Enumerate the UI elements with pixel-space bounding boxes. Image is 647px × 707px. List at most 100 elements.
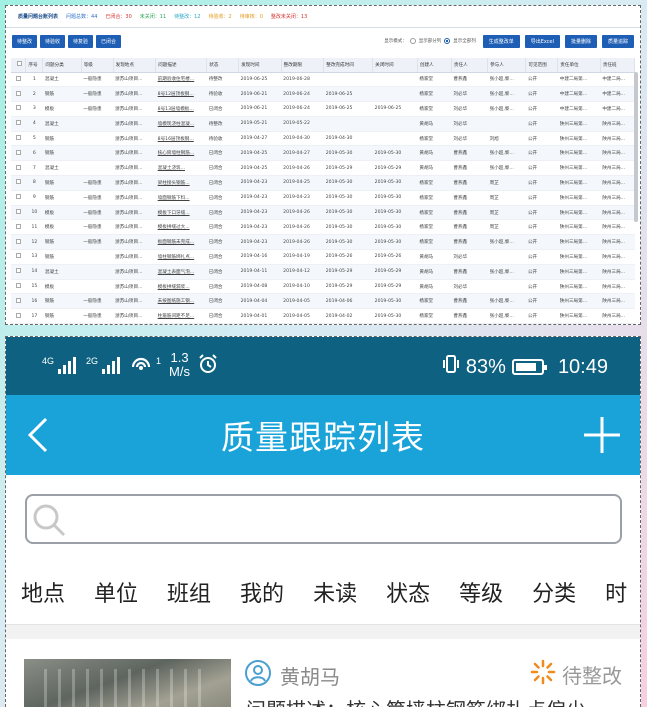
filter-tab[interactable]: 状态: [386, 576, 430, 608]
plus-icon[interactable]: [582, 415, 622, 459]
table-row[interactable]: 5 钢筋 浙苏山项目... 8号16层顶板钢... 待验收 2019-04-27 2019-…: [11, 131, 635, 147]
row-checkbox[interactable]: [15, 120, 21, 126]
table-cell[interactable]: 8号13层墙模板...: [155, 101, 207, 117]
table-row[interactable]: 16 钢筋 一般隐患 浙苏山项目... 未按图纸施工钢... 已闭合 2019-04-04 2…: [11, 293, 635, 310]
table-cell[interactable]: 墙柱钢筋绑扎点...: [155, 249, 207, 265]
row-checkbox[interactable]: [15, 253, 21, 259]
row-checkbox[interactable]: [15, 312, 21, 318]
row-checkbox[interactable]: [15, 223, 21, 229]
action-button[interactable]: 质量追踪: [601, 34, 634, 48]
table-row[interactable]: 13 钢筋 浙苏山项目... 墙柱钢筋绑扎点... 已闭合 2019-04-16 2019-…: [11, 249, 635, 265]
table-row[interactable]: 10 模板 一般隐患 浙苏山项目... 模板下口牙缝... 已闭合 2019-04-23 20…: [11, 205, 635, 221]
table-cell[interactable]: 混凝土表面气泡...: [155, 264, 207, 280]
table-cell[interactable]: 柱箍筋间距不足...: [155, 308, 207, 324]
row-checkbox[interactable]: [15, 149, 21, 155]
table-row[interactable]: 3 模板 一般隐患 浙苏山项目... 8号13层墙模板... 已闭合 2019-06-21 2…: [11, 101, 635, 117]
table-row[interactable]: 17 钢筋 一般隐患 浙苏山项目... 柱箍筋间距不足... 已闭合 2019-04-01 2…: [11, 308, 635, 324]
table-cell[interactable]: 模板拼缝漏浆...: [155, 279, 207, 295]
column-header[interactable]: 问题描述: [155, 58, 208, 73]
table-cell[interactable]: 模板下口牙缝...: [155, 205, 207, 221]
radio-some-columns[interactable]: [409, 38, 416, 44]
table-row[interactable]: 12 钢筋 一般隐患 浙苏山项目... 板面钢筋未完成... 已闭合 2019-04-23 2…: [11, 234, 635, 251]
table-cell: 11: [25, 219, 43, 236]
row-checkbox[interactable]: [15, 105, 21, 111]
table-row[interactable]: 14 混凝土 浙苏山项目... 混凝土表面气泡... 已闭合 2019-04-11 2019…: [11, 264, 635, 280]
row-checkbox[interactable]: [15, 209, 21, 215]
table-cell[interactable]: 墙面钢筋下料...: [155, 190, 207, 206]
row-checkbox[interactable]: [15, 164, 21, 170]
radio-all-columns[interactable]: [444, 38, 451, 44]
table-row[interactable]: 11 模板 一般隐患 浙苏山项目... 模板拼缝过大... 已闭合 2019-04-23 20…: [11, 219, 635, 236]
action-button[interactable]: 批量删除: [564, 34, 597, 48]
table-cell[interactable]: 墙模现浇柱混凝...: [155, 116, 207, 132]
status-filter-button[interactable]: 待验收: [40, 34, 66, 48]
table-cell: [372, 86, 418, 103]
table-row[interactable]: 6 钢筋 浙苏山项目... 核心筒墙柱钢筋... 已闭合 2019-04-25 2019-0…: [11, 145, 635, 162]
filter-tab[interactable]: 我的: [240, 576, 284, 608]
table-cell[interactable]: 梁柱接头钢筋...: [155, 175, 207, 191]
issue-card[interactable]: 黄胡马 待整改 问题描述：核心筒墙柱钢筋绑扎点偏少: [6, 639, 640, 707]
column-header[interactable]: 问题分类: [42, 58, 82, 73]
table-cell[interactable]: 板面钢筋未完成...: [155, 234, 207, 251]
column-header[interactable]: 参与人: [487, 58, 527, 73]
filter-tab[interactable]: 分类: [532, 576, 576, 608]
column-header[interactable]: 创建人: [417, 58, 452, 73]
column-header[interactable]: 责任班: [600, 58, 635, 73]
filter-tab[interactable]: 等级: [459, 576, 503, 608]
column-header[interactable]: 发现地点: [113, 58, 157, 73]
table-row[interactable]: 1 混凝土 一般隐患 浙苏山项目... 前期验收住宅楼... 待整改 2019-06-25 2…: [11, 72, 635, 88]
column-header[interactable]: 整改完成时间: [323, 58, 374, 73]
row-checkbox[interactable]: [15, 135, 21, 141]
table-cell: 2019-05-30: [323, 234, 373, 251]
column-header[interactable]: 等级: [81, 58, 114, 73]
table-cell[interactable]: 8号12层顶板钢...: [155, 86, 207, 103]
table-cell[interactable]: 核心筒墙柱钢筋...: [155, 145, 207, 162]
table-row[interactable]: 8 钢筋 一般隐患 浙苏山项目... 梁柱接头钢筋... 已闭合 2019-04-23 201…: [11, 175, 635, 191]
row-select-cell: [11, 131, 26, 147]
table-row[interactable]: 9 钢筋 一般隐患 浙苏山项目... 墙面钢筋下料... 已闭合 2019-04-23 201…: [11, 190, 635, 206]
table-cell: 陕州三局第...: [557, 249, 601, 265]
row-checkbox[interactable]: [15, 238, 21, 244]
search-input[interactable]: [79, 504, 610, 534]
table-cell: 2019-05-30: [323, 190, 373, 206]
table-row[interactable]: 15 模板 浙苏山项目... 模板拼缝漏浆... 已闭合 2019-04-08 2019-0…: [11, 279, 635, 295]
table-cell: 2019-05-29: [323, 160, 373, 177]
column-header[interactable]: 整改期限: [281, 58, 325, 73]
filter-tab[interactable]: 未读: [313, 576, 357, 608]
status-filter-button[interactable]: 已闭合: [96, 34, 122, 48]
status-filter-button[interactable]: 待复验: [68, 34, 94, 48]
filter-tab[interactable]: 地点: [21, 576, 65, 608]
table-cell[interactable]: 未按图纸施工钢...: [155, 293, 207, 310]
column-header[interactable]: 责任单位: [557, 58, 601, 73]
row-checkbox[interactable]: [15, 268, 21, 274]
chevron-left-icon[interactable]: [26, 417, 52, 457]
status-filter-button[interactable]: 待整改: [12, 34, 38, 48]
column-header[interactable]: 状态: [206, 58, 240, 73]
table-row[interactable]: 7 混凝土 浙苏山项目... 混凝土浇筑... 已闭合 2019-04-25 2019-04…: [11, 160, 635, 177]
column-header[interactable]: 发现时间: [238, 58, 282, 73]
action-button[interactable]: 导出Excel: [524, 34, 560, 48]
table-row[interactable]: 2 钢筋 一般隐患 浙苏山项目... 8号12层顶板钢... 待验收 2019-06-21 2…: [11, 86, 635, 103]
filter-tab[interactable]: 时: [605, 576, 627, 608]
filter-tab[interactable]: 班组: [167, 576, 211, 608]
table-cell[interactable]: 混凝土浇筑...: [155, 160, 207, 177]
row-select-cell: [11, 264, 26, 280]
table-cell[interactable]: 前期验收住宅楼...: [155, 72, 207, 88]
column-header[interactable]: 责任人: [451, 58, 489, 73]
row-checkbox[interactable]: [15, 90, 21, 96]
column-header[interactable]: 可见范围: [525, 58, 559, 73]
filter-tab[interactable]: 单位: [94, 576, 138, 608]
table-cell[interactable]: 模板拼缝过大...: [155, 219, 207, 236]
column-header[interactable]: 关闭时间: [372, 58, 418, 73]
table-cell[interactable]: 8号16层顶板钢...: [155, 131, 207, 147]
row-checkbox[interactable]: [15, 194, 21, 200]
row-checkbox[interactable]: [15, 297, 21, 303]
table-scrollbar[interactable]: [634, 72, 638, 222]
select-all-checkbox[interactable]: [16, 61, 22, 67]
row-checkbox[interactable]: [15, 75, 21, 81]
table-row[interactable]: 4 混凝土 浙苏山项目... 墙模现浇柱混凝... 待整改 2019-05-21 2019-…: [11, 116, 635, 132]
row-checkbox[interactable]: [15, 283, 21, 289]
column-header[interactable]: 序号: [25, 58, 44, 73]
action-button[interactable]: 生成整改单: [482, 34, 520, 48]
row-checkbox[interactable]: [15, 179, 21, 185]
